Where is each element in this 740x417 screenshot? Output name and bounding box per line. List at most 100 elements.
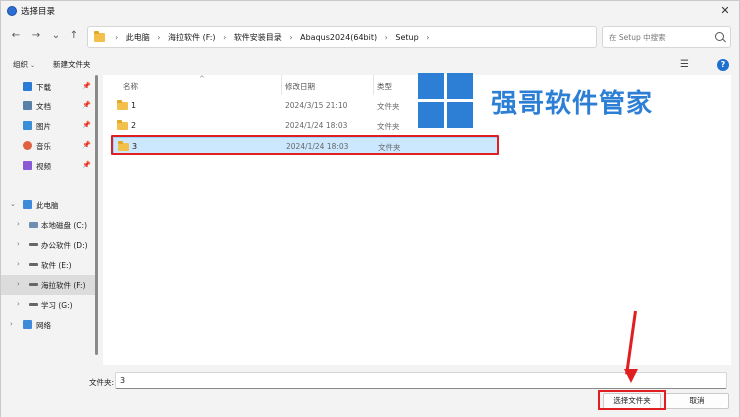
breadcrumb-separator: › bbox=[426, 33, 430, 42]
pin-icon: 📌 bbox=[82, 141, 91, 149]
navigation-pane: 下载 📌 文档 📌 图片 📌 音乐 📌 视频 📌 ⌄ 此电脑 › 本地磁盘 (C… bbox=[1, 75, 99, 365]
chevron-right-icon[interactable]: › bbox=[17, 300, 20, 308]
new-folder-button[interactable]: 新建文件夹 bbox=[53, 59, 91, 70]
chevron-right-icon[interactable]: › bbox=[17, 240, 20, 248]
sidebar-item-pictures[interactable]: 图片 📌 bbox=[1, 116, 97, 136]
sidebar-item-videos[interactable]: 视频 📌 bbox=[1, 156, 97, 176]
recent-locations-icon[interactable]: ⌄ bbox=[49, 29, 63, 43]
folder-name-label: 文件夹: bbox=[89, 378, 115, 387]
up-arrow-icon[interactable]: ↑ bbox=[67, 29, 81, 43]
sidebar-scrollbar[interactable] bbox=[95, 75, 98, 355]
document-icon bbox=[23, 101, 32, 110]
drive-icon bbox=[29, 303, 38, 306]
address-bar[interactable]: › 此电脑 › 海拉软件 (F:) › 软件安装目录 › Abaqus2024(… bbox=[87, 26, 672, 48]
column-header-type[interactable]: 类型 bbox=[377, 81, 392, 92]
sort-caret-icon: ^ bbox=[199, 75, 205, 83]
file-type: 文件夹 bbox=[377, 122, 400, 131]
sidebar-item-label: 办公软件 (D:) bbox=[41, 241, 88, 250]
breadcrumb-separator: › bbox=[289, 33, 293, 42]
picture-icon bbox=[23, 121, 32, 130]
annotation-arrow-head bbox=[624, 369, 638, 383]
search-icon bbox=[715, 32, 724, 41]
breadcrumb: › 此电脑 › 海拉软件 (F:) › 软件安装目录 › Abaqus2024(… bbox=[110, 32, 434, 43]
sidebar-item-label: 海拉软件 (F:) bbox=[41, 281, 86, 290]
sidebar-item-music[interactable]: 音乐 📌 bbox=[1, 136, 97, 156]
sidebar-item-label: 图片 bbox=[36, 122, 51, 131]
network-icon bbox=[23, 320, 32, 329]
column-divider[interactable] bbox=[373, 75, 374, 95]
breadcrumb-item[interactable]: Abaqus2024(64bit) bbox=[300, 33, 377, 42]
drive-icon bbox=[29, 243, 38, 246]
pin-icon: 📌 bbox=[82, 161, 91, 169]
organize-menu[interactable]: 组织 ⌄ bbox=[13, 59, 35, 70]
sidebar-item-label: 网络 bbox=[36, 321, 51, 330]
sidebar-item-this-pc[interactable]: ⌄ 此电脑 bbox=[1, 195, 97, 215]
annotation-button-box bbox=[598, 390, 666, 410]
breadcrumb-item[interactable]: Setup bbox=[395, 33, 418, 42]
sidebar-item-drive-g[interactable]: › 学习 (G:) bbox=[1, 295, 97, 315]
search-placeholder: 在 Setup 中搜索 bbox=[609, 33, 666, 42]
pin-icon: 📌 bbox=[82, 101, 91, 109]
navigation-bar: ← → ⌄ ↑ › 此电脑 › 海拉软件 (F:) › 软件安装目录 › Aba… bbox=[1, 23, 739, 51]
file-name: 2 bbox=[131, 121, 137, 130]
breadcrumb-item[interactable]: 此电脑 bbox=[126, 32, 150, 43]
sidebar-item-label: 下载 bbox=[36, 83, 51, 92]
music-icon bbox=[23, 141, 32, 150]
chevron-down-icon: ⌄ bbox=[30, 62, 36, 69]
drive-icon bbox=[29, 283, 38, 286]
column-header-name[interactable]: 名称 bbox=[123, 81, 138, 92]
windows-logo-watermark bbox=[418, 73, 474, 129]
sidebar-item-label: 软件 (E:) bbox=[41, 261, 72, 270]
video-icon bbox=[23, 161, 32, 170]
file-name: 1 bbox=[131, 101, 137, 110]
window-title: 选择目录 bbox=[21, 7, 56, 17]
forward-arrow-icon[interactable]: → bbox=[29, 29, 43, 43]
command-bar: 组织 ⌄ 新建文件夹 ☰ ? bbox=[1, 55, 739, 75]
select-folder-dialog: 选择目录 ✕ ← → ⌄ ↑ › 此电脑 › 海拉软件 (F:) › 软件安装目… bbox=[0, 0, 740, 417]
sidebar-item-label: 学习 (G:) bbox=[41, 301, 73, 310]
chevron-right-icon[interactable]: › bbox=[17, 260, 20, 268]
chevron-right-icon[interactable]: › bbox=[10, 320, 13, 328]
sidebar-item-label: 音乐 bbox=[36, 142, 51, 151]
folder-name-value: 3 bbox=[120, 376, 126, 385]
sidebar-item-drive-e[interactable]: › 软件 (E:) bbox=[1, 255, 97, 275]
sidebar-item-label: 文档 bbox=[36, 102, 51, 111]
chevron-right-icon[interactable]: › bbox=[17, 280, 20, 288]
column-divider[interactable] bbox=[281, 75, 282, 95]
column-header-date[interactable]: 修改日期 bbox=[285, 81, 315, 92]
view-options-icon[interactable]: ☰ bbox=[680, 59, 689, 70]
cancel-button[interactable]: 取消 bbox=[665, 393, 729, 409]
organize-label: 组织 bbox=[13, 60, 28, 69]
sidebar-item-label: 视频 bbox=[36, 162, 51, 171]
pin-icon: 📌 bbox=[82, 82, 91, 90]
file-date: 2024/3/15 21:10 bbox=[285, 101, 348, 110]
breadcrumb-separator: › bbox=[157, 33, 161, 42]
close-button[interactable]: ✕ bbox=[717, 3, 733, 19]
computer-icon bbox=[23, 200, 32, 209]
sidebar-item-network[interactable]: › 网络 bbox=[1, 315, 97, 335]
sidebar-item-drive-f[interactable]: › 海拉软件 (F:) bbox=[1, 275, 97, 295]
back-arrow-icon[interactable]: ← bbox=[9, 29, 23, 43]
sidebar-item-downloads[interactable]: 下载 📌 bbox=[1, 77, 97, 97]
folder-icon bbox=[94, 31, 105, 42]
chevron-down-icon[interactable]: ⌄ bbox=[10, 200, 16, 208]
sidebar-item-label: 此电脑 bbox=[36, 201, 59, 210]
annotation-highlight-box bbox=[111, 135, 499, 155]
help-icon[interactable]: ? bbox=[717, 59, 729, 71]
breadcrumb-separator: › bbox=[384, 33, 388, 42]
file-type: 文件夹 bbox=[377, 102, 400, 111]
file-date: 2024/1/24 18:03 bbox=[285, 121, 348, 130]
chevron-right-icon[interactable]: › bbox=[17, 220, 20, 228]
drive-icon bbox=[29, 222, 38, 228]
search-input[interactable]: 在 Setup 中搜索 bbox=[602, 26, 731, 48]
download-icon bbox=[23, 82, 32, 91]
sidebar-item-documents[interactable]: 文档 📌 bbox=[1, 96, 97, 116]
sidebar-item-drive-c[interactable]: › 本地磁盘 (C:) bbox=[1, 215, 97, 235]
app-icon bbox=[7, 6, 17, 16]
breadcrumb-item[interactable]: 海拉软件 (F:) bbox=[168, 32, 215, 43]
folder-icon bbox=[117, 100, 128, 110]
sidebar-item-label: 本地磁盘 (C:) bbox=[41, 221, 87, 230]
breadcrumb-separator: › bbox=[223, 33, 227, 42]
sidebar-item-drive-d[interactable]: › 办公软件 (D:) bbox=[1, 235, 97, 255]
breadcrumb-item[interactable]: 软件安装目录 bbox=[234, 32, 282, 43]
